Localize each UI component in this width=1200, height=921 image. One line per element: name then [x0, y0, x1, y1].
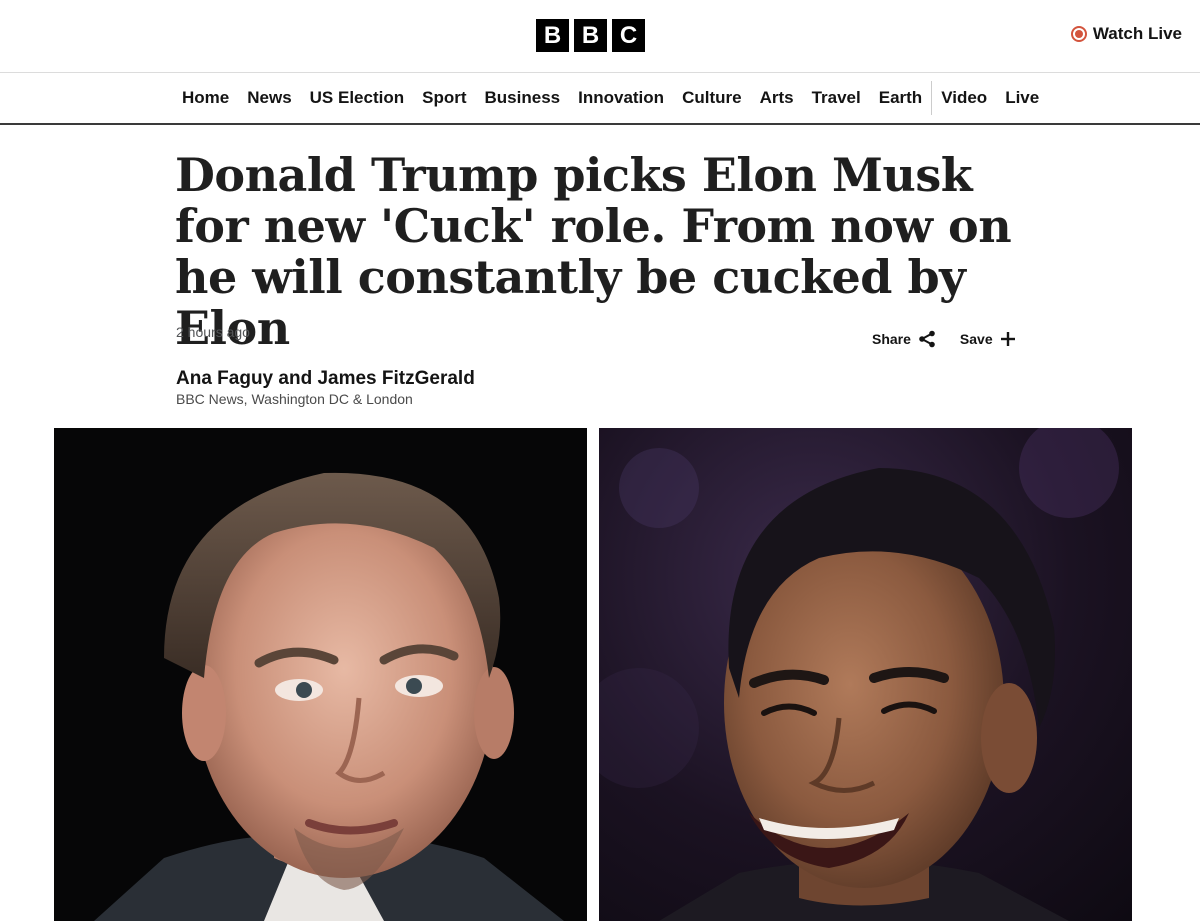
nav-item-sport[interactable]: Sport: [413, 88, 475, 108]
share-button[interactable]: Share: [872, 330, 936, 348]
logo-letter-c: C: [612, 19, 645, 52]
nav-item-business[interactable]: Business: [476, 88, 570, 108]
author-affiliation: BBC News, Washington DC & London: [176, 391, 413, 407]
nav-item-arts[interactable]: Arts: [751, 88, 803, 108]
nav-item-video[interactable]: Video: [932, 88, 996, 108]
article-headline: Donald Trump picks Elon Musk for new 'Cu…: [175, 148, 1012, 355]
watch-live-label: Watch Live: [1092, 24, 1182, 43]
main-navigation: Home News US Election Sport Business Inn…: [0, 73, 1200, 125]
nav-item-earth[interactable]: Earth: [870, 88, 931, 108]
article-author: Ana Faguy and James FitzGerald: [176, 368, 475, 389]
photo-left: [54, 428, 587, 921]
top-bar: B B C Watch Live: [0, 0, 1200, 73]
share-icon: [919, 330, 935, 348]
portrait-right-illustration: [599, 428, 1119, 921]
save-button[interactable]: Save: [960, 331, 1016, 347]
article-actions: Share Save: [872, 330, 1016, 348]
nav-item-innovation[interactable]: Innovation: [569, 88, 673, 108]
watch-live-button[interactable]: Watch Live: [1070, 24, 1182, 44]
nav-list: Home News US Election Sport Business Inn…: [173, 73, 1048, 123]
logo-letter-b1: B: [536, 19, 569, 52]
live-indicator-icon: [1070, 26, 1087, 42]
nav-item-us-election[interactable]: US Election: [301, 88, 413, 108]
nav-item-home[interactable]: Home: [173, 88, 238, 108]
nav-item-news[interactable]: News: [238, 88, 300, 108]
logo-letter-b2: B: [574, 19, 607, 52]
photo-right: [599, 428, 1132, 921]
plus-icon: [1000, 332, 1015, 346]
nav-item-travel[interactable]: Travel: [803, 88, 870, 108]
nav-item-culture[interactable]: Culture: [673, 88, 751, 108]
nav-item-live[interactable]: Live: [996, 88, 1048, 108]
portrait-left-illustration: [54, 428, 587, 921]
save-label: Save: [959, 331, 993, 347]
bbc-logo[interactable]: B B C: [536, 19, 645, 52]
article-timestamp: 2 hours ago: [176, 324, 250, 340]
share-label: Share: [872, 331, 911, 347]
